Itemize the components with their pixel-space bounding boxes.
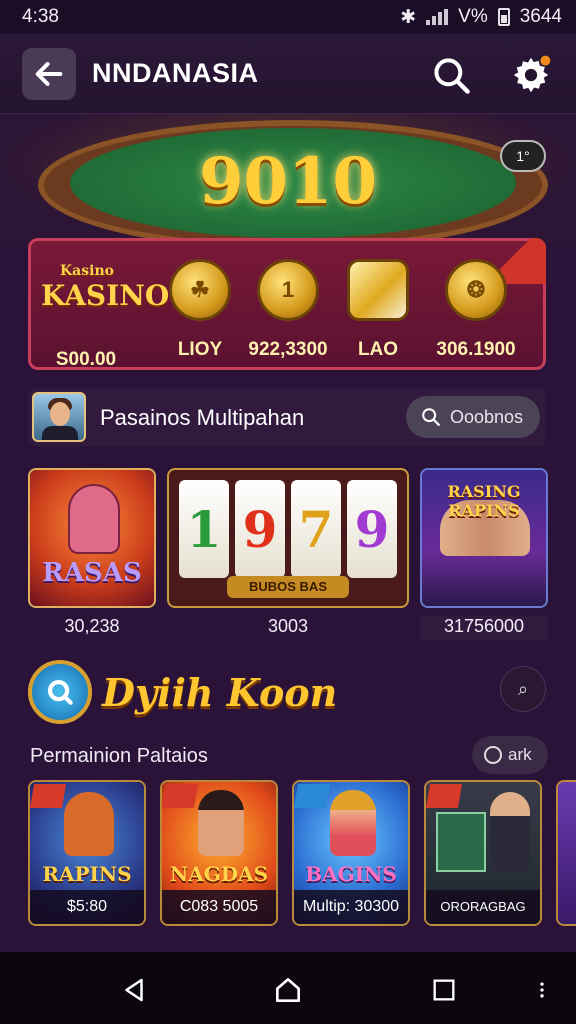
mini-game-title: BAGINS <box>305 862 397 886</box>
mini-game-value: $5:80 <box>30 890 144 924</box>
mini-game-value: ORORAGBAG <box>426 890 540 924</box>
status-indicators: ✱ V% 3644 <box>400 6 562 29</box>
square-recents-icon <box>433 979 455 1001</box>
app-title: NNDANASIA <box>92 58 259 88</box>
mini-game-card[interactable]: ORORAGBAG <box>424 780 542 926</box>
coin-value: 922,3300 <box>248 339 328 360</box>
section-title: Pasainos Multipahan <box>100 405 305 430</box>
promo-search-icon[interactable] <box>28 660 92 724</box>
fox-mascot-icon <box>68 484 120 554</box>
jackpot-banner[interactable]: 9010 1° <box>0 114 576 244</box>
mini-game-card-partial[interactable] <box>556 780 576 926</box>
coin-rewards-panel: Kasino KASINO S00.00 ☘ LIOY 1 922,3300 L… <box>28 238 546 370</box>
game-value: 3003 <box>267 616 309 636</box>
avatar[interactable] <box>32 392 86 442</box>
slot-machine-icon <box>436 812 486 872</box>
status-right-text: 3644 <box>519 6 562 27</box>
coin-value: LAO <box>357 339 399 360</box>
coin-item[interactable]: ❂ 306.1900 <box>431 255 521 361</box>
jackpot-amount: 9010 <box>198 144 378 219</box>
coin-stack-icon: ❂ <box>445 259 507 321</box>
battery-icon <box>497 8 510 26</box>
kasino-logo-small: Kasino <box>60 263 114 279</box>
section-search-button[interactable]: Ooobnos <box>406 396 540 438</box>
fox-mascot-icon <box>64 792 114 856</box>
game-card-slots[interactable]: 1 9 7 9 BUBOS BAS <box>167 468 409 608</box>
mini-game-card[interactable]: NAGDAS C083 5005 <box>160 780 278 926</box>
section-search-label: Ooobnos <box>450 406 524 427</box>
reel: 7 <box>291 480 341 578</box>
game-card-rasing[interactable]: RASING RAPINS <box>420 468 548 608</box>
new-tag <box>294 784 331 808</box>
status-bar: 4:38 ✱ V% 3644 <box>0 0 576 34</box>
mini-game-value: C083 5005 <box>162 890 276 924</box>
reel: 1 <box>179 480 229 578</box>
character-icon <box>330 790 376 856</box>
dealer-icon <box>490 792 530 872</box>
dots-icon <box>540 982 544 998</box>
search-button[interactable] <box>430 54 474 98</box>
search-icon <box>422 408 440 426</box>
kasino-logo: Kasino KASINO <box>41 263 170 319</box>
nav-home-button[interactable] <box>268 970 308 1010</box>
hot-tag <box>426 784 463 808</box>
promo-title: Dyiih Koon <box>102 670 338 715</box>
game-title: RASING RAPINS <box>447 482 521 520</box>
slot-reels: 1 9 7 9 <box>179 480 397 578</box>
nav-recents-button[interactable] <box>424 970 464 1010</box>
coin-value: S00.00 <box>55 349 117 370</box>
back-button[interactable] <box>22 48 76 100</box>
reel: 9 <box>235 480 285 578</box>
coin-icon: 1 <box>257 259 319 321</box>
game-value: 30,238 <box>64 616 120 636</box>
coin-item[interactable]: LAO <box>333 255 423 361</box>
sub-section-title: Permainion Paltaios <box>30 745 208 767</box>
arrow-left-icon <box>35 62 63 86</box>
sub-section-toggle[interactable]: ark <box>472 736 548 774</box>
game-card-rasas[interactable]: RASAS <box>28 468 156 608</box>
mini-game-title: NAGDAS <box>169 862 269 886</box>
toggle-ring-icon <box>484 746 502 764</box>
hot-tag <box>30 784 67 808</box>
home-icon <box>276 978 300 1002</box>
kasino-logo-big: KASINO <box>41 279 170 312</box>
nav-back-button[interactable] <box>114 970 154 1010</box>
section-header: Pasainos Multipahan Ooobnos <box>28 388 546 446</box>
status-time: 4:38 <box>22 6 59 27</box>
reel: 9 <box>347 480 397 578</box>
gold-bar-icon <box>347 259 409 321</box>
hot-tag <box>162 784 199 808</box>
coin-value: LIOY <box>177 339 223 360</box>
mini-game-value: Multip: 30300 <box>294 890 408 924</box>
bluetooth-icon: ✱ <box>400 6 417 28</box>
game-title: RASAS <box>42 558 142 588</box>
magnifier-icon <box>47 679 73 705</box>
signal-icon <box>426 9 449 25</box>
system-nav-bar <box>0 952 576 1024</box>
app-bar: NNDANASIA <box>0 34 576 114</box>
promo-row: Dyiih Koon ⌕ <box>28 660 548 724</box>
gear-icon <box>513 55 551 93</box>
coin-icon: ☘ <box>169 259 231 321</box>
banner-badge[interactable]: 1° <box>500 140 546 172</box>
mini-game-card[interactable]: RAPINS $5:80 <box>28 780 146 926</box>
settings-button[interactable] <box>508 52 554 98</box>
triangle-back-icon <box>125 978 143 1002</box>
mini-game-title: RAPINS <box>42 862 132 886</box>
promo-more-button[interactable]: ⌕ <box>500 666 546 712</box>
coin-item[interactable]: Kasino KASINO S00.00 <box>41 255 170 371</box>
mini-game-card[interactable]: BAGINS Multip: 30300 <box>292 780 410 926</box>
search-icon <box>434 58 470 94</box>
nav-menu-button[interactable] <box>522 970 562 1010</box>
game-value: 31756000 <box>420 616 548 640</box>
toggle-label: ark <box>508 745 532 764</box>
character-icon <box>198 790 244 856</box>
battery-percent: V% <box>458 6 488 27</box>
coin-item[interactable]: 1 922,3300 <box>243 255 333 361</box>
coin-value: 306.1900 <box>436 339 516 360</box>
coin-item[interactable]: ☘ LIOY <box>155 255 245 361</box>
slot-title: BUBOS BAS <box>227 576 349 598</box>
